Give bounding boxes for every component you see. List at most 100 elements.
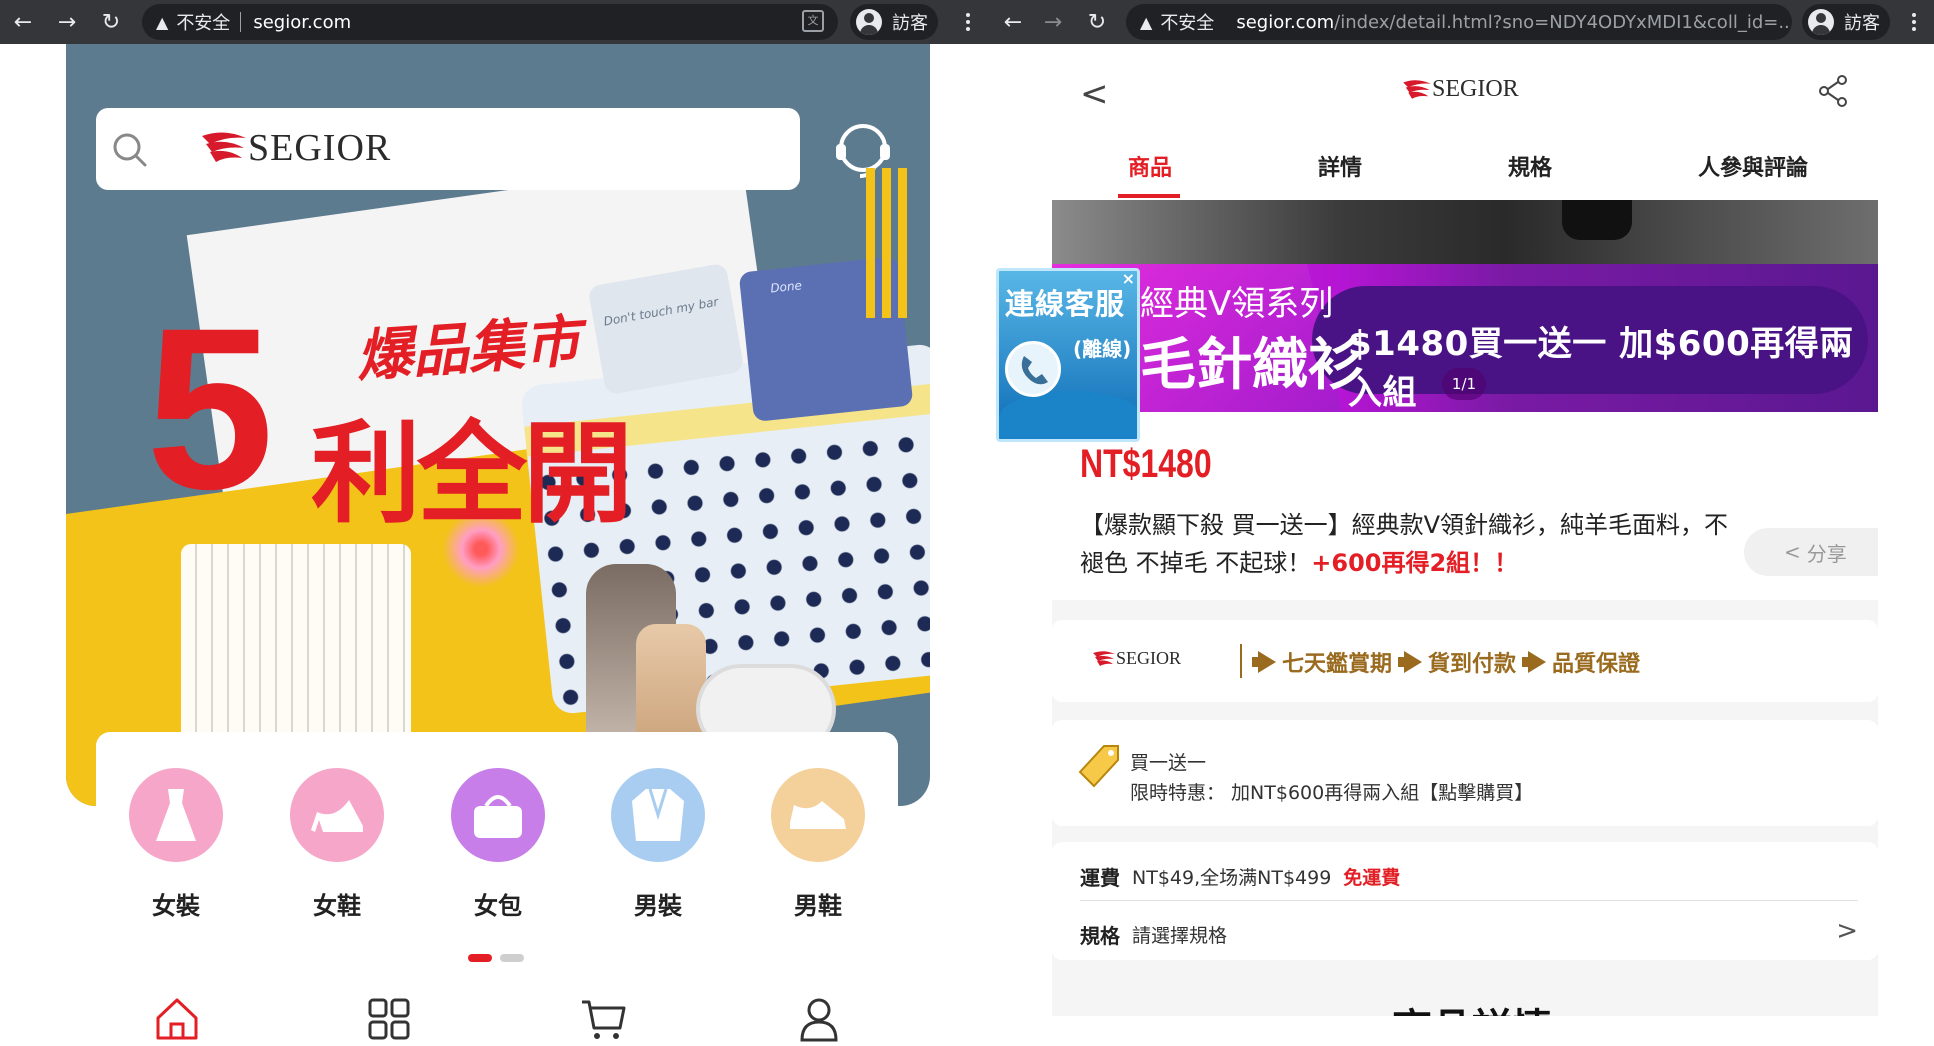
- category-label: 女鞋: [313, 892, 361, 920]
- handbag-icon: [474, 795, 522, 838]
- promo-offer: $1480買一送一 加$600再得兩入組: [1348, 324, 1854, 412]
- suit-icon: [632, 788, 684, 841]
- security-status: 不安全: [1160, 13, 1215, 34]
- back-arrow-icon[interactable]: ←: [8, 7, 38, 37]
- promo-line2: 毛針織衫: [1140, 333, 1364, 398]
- row-divider: [1080, 900, 1858, 901]
- guarantee-cod: 貨到付款: [1398, 646, 1516, 678]
- right-browser-toolbar: ← → ↻ ▲ 不安全 segior.com /index/detail.htm…: [994, 0, 1934, 44]
- detail-header: < SEGIOR 商品 詳情 規格 人參與評論: [1052, 44, 1878, 200]
- tab-product[interactable]: 商品: [1128, 150, 1172, 182]
- back-chevron-icon[interactable]: <: [1080, 74, 1109, 114]
- translate-icon[interactable]: 文: [802, 10, 824, 32]
- profile-icon[interactable]: [794, 996, 844, 1042]
- promo-line1: 經典V領系列: [1140, 284, 1334, 324]
- category-men-clothing[interactable]: 男裝: [610, 768, 706, 921]
- cart-icon[interactable]: [578, 996, 628, 1042]
- shipping-row: 運費 NT$49,全场满NT$499 免運費: [1080, 862, 1400, 891]
- reload-icon[interactable]: ↻: [1082, 7, 1112, 37]
- brand-logo: SEGIOR: [1092, 648, 1181, 669]
- tab-reviews[interactable]: 人參與評論: [1698, 150, 1808, 182]
- high-heel-icon: [311, 800, 363, 832]
- grid-icon[interactable]: [364, 996, 414, 1042]
- profile-button[interactable]: 訪客: [850, 4, 938, 40]
- category-panel: 女裝 女鞋 女包 男裝 男鞋: [96, 732, 898, 976]
- pager-dot[interactable]: [500, 954, 524, 962]
- category-label: 男裝: [634, 892, 682, 920]
- search-bar[interactable]: SEGIOR: [96, 108, 800, 190]
- live-chat-widget[interactable]: 連線客服 (離線) ×: [996, 268, 1140, 442]
- detail-tab-bar: 商品 詳情 規格 人參與評論: [1052, 150, 1878, 200]
- category-women-bags[interactable]: 女包: [450, 768, 546, 921]
- address-separator: [240, 12, 242, 32]
- category-women-clothing[interactable]: 女裝: [128, 768, 224, 921]
- category-men-shoes[interactable]: 男鞋: [770, 768, 866, 921]
- share-button[interactable]: < 分享: [1744, 528, 1878, 576]
- watch-image: [1562, 200, 1632, 240]
- search-icon[interactable]: [110, 130, 150, 170]
- category-label: 女包: [474, 892, 522, 920]
- product-price: NT$1480: [1080, 442, 1212, 486]
- product-title: 【爆款顯下殺 買一送一】經典款V領針織衫，純羊毛面料，不褪色 不掉毛 不起球！+…: [1080, 506, 1740, 582]
- guarantee-divider: [1240, 644, 1242, 678]
- back-arrow-icon[interactable]: ←: [998, 7, 1028, 37]
- wing-logo-icon: [1403, 79, 1431, 99]
- share-icon[interactable]: [1818, 74, 1848, 108]
- address-bar[interactable]: ▲ 不安全 segior.com 文: [142, 4, 838, 40]
- forward-arrow-icon[interactable]: →: [1038, 7, 1068, 37]
- guest-avatar-icon: [856, 9, 882, 35]
- banner-pager: 1/1: [1442, 368, 1486, 400]
- promotion-card[interactable]: 買一送一 限時特惠： 加NT$600再得兩入組【點擊購買】: [1052, 720, 1878, 826]
- promo-title: 買一送一: [1130, 752, 1207, 774]
- guest-label: 訪客: [892, 13, 928, 34]
- category-label: 女裝: [152, 892, 200, 920]
- guarantee-7day: 七天鑑賞期: [1252, 646, 1392, 678]
- reload-icon[interactable]: ↻: [96, 7, 126, 37]
- guarantee-quality: 品質保證: [1522, 646, 1640, 678]
- category-women-shoes[interactable]: 女鞋: [289, 768, 385, 921]
- close-icon[interactable]: ×: [1122, 271, 1135, 288]
- hero-headline-number: 5: [146, 280, 274, 537]
- shipping-label: 運費: [1080, 866, 1120, 890]
- warning-triangle-icon: ▲: [156, 12, 169, 32]
- hero-headline-big: 利全開: [311, 413, 633, 536]
- forward-arrow-icon[interactable]: →: [52, 7, 82, 37]
- guest-avatar-icon: [1808, 9, 1834, 35]
- browser-menu-icon[interactable]: [1904, 8, 1924, 36]
- megaphone-icon: [1252, 651, 1278, 673]
- bottom-tab-bar: [66, 986, 930, 1046]
- pager-dot[interactable]: [468, 954, 492, 962]
- guarantee-card: SEGIOR 七天鑑賞期 貨到付款 品質保證: [1052, 620, 1878, 702]
- browser-menu-icon[interactable]: [958, 8, 978, 36]
- left-browser-toolbar: ← → ↻ ▲ 不安全 segior.com 文 訪客: [0, 0, 1000, 44]
- banner-decor-stripes: [866, 168, 912, 318]
- warning-triangle-icon: ▲: [1140, 12, 1153, 32]
- section-heading: 商品詳情: [1392, 996, 1552, 1016]
- megaphone-icon: [1398, 651, 1424, 673]
- brand-name: SEGIOR: [248, 127, 392, 169]
- tab-specs[interactable]: 規格: [1508, 150, 1552, 182]
- brand-name: SEGIOR: [1432, 76, 1519, 102]
- address-bar[interactable]: ▲ 不安全 segior.com /index/detail.html?sno=…: [1126, 4, 1792, 40]
- spec-row[interactable]: 規格 請選擇規格 >: [1080, 916, 1858, 949]
- megaphone-icon: [1522, 651, 1548, 673]
- chat-status: (離線): [1073, 337, 1132, 361]
- brand-logo: SEGIOR: [1402, 76, 1519, 103]
- spec-value: 請選擇規格: [1132, 925, 1228, 947]
- share-label: 分享: [1806, 541, 1847, 566]
- security-status: 不安全: [176, 13, 231, 34]
- tab-details[interactable]: 詳情: [1318, 150, 1362, 182]
- mens-shoe-icon: [790, 801, 846, 829]
- spec-label: 規格: [1080, 924, 1120, 948]
- category-label: 男鞋: [794, 892, 842, 920]
- chevron-right-icon: >: [1836, 916, 1858, 946]
- product-title-highlight: +600再得2組！！: [1311, 549, 1519, 577]
- chat-wave-decor: [999, 391, 1137, 439]
- url-host: segior.com: [1236, 11, 1335, 33]
- category-pager-dots[interactable]: [468, 954, 524, 962]
- home-icon[interactable]: [152, 996, 202, 1042]
- product-photo[interactable]: [1052, 200, 1878, 264]
- wing-logo-icon: [1093, 650, 1115, 666]
- profile-button[interactable]: 訪客: [1802, 4, 1890, 40]
- promo-banner[interactable]: 經典V領系列 毛針織衫 $1480買一送一 加$600再得兩入組 1/1: [1052, 264, 1878, 412]
